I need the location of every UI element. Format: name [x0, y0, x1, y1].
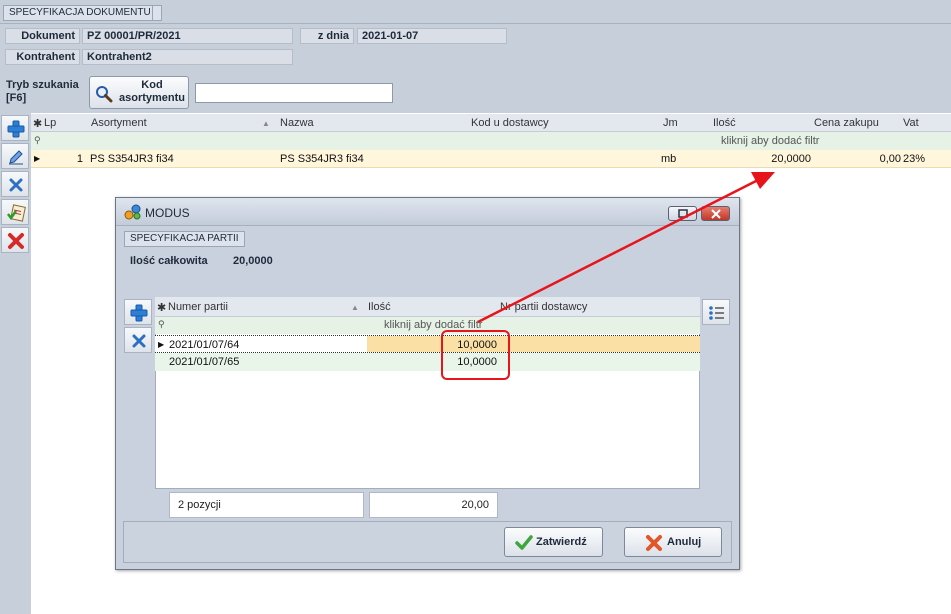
- sort-ascending-icon: ▲: [351, 303, 359, 312]
- red-x-icon: [646, 535, 662, 551]
- edit-row-button[interactable]: [1, 143, 29, 169]
- column-settings-icon[interactable]: ✱: [157, 301, 166, 314]
- column-asortyment[interactable]: Asortyment: [91, 117, 147, 129]
- table-row[interactable]: ▶ 2021/01/07/64 10,0000: [155, 335, 700, 353]
- restore-icon: [678, 209, 688, 218]
- column-cena-zakupu[interactable]: Cena zakupu: [814, 117, 879, 129]
- sort-ascending-icon: ▲: [262, 119, 270, 128]
- confirm-label: Zatwierdź: [536, 536, 587, 548]
- column-jm[interactable]: Jm: [663, 117, 678, 129]
- list-icon: [709, 306, 724, 320]
- date-field: 2021-01-07: [357, 28, 507, 44]
- column-vat[interactable]: Vat: [903, 117, 919, 129]
- cell-ilosc: 10,0000: [457, 339, 497, 351]
- document-number-field: PZ 00001/PR/2021: [82, 28, 293, 44]
- column-kod-u-dostawcy[interactable]: Kod u dostawcy: [471, 117, 549, 129]
- total-quantity-value: 20,0000: [233, 255, 273, 267]
- column-ilosc[interactable]: Ilość: [368, 301, 391, 313]
- column-chooser-button[interactable]: [702, 299, 730, 325]
- cell-vat: 23%: [903, 153, 926, 165]
- cancel-label: Anuluj: [667, 536, 702, 548]
- column-nazwa[interactable]: Nazwa: [280, 117, 314, 129]
- row-indicator-icon: ▶: [158, 340, 165, 349]
- cell-cena-zakupu: 0,00: [879, 153, 901, 165]
- section-tab-batch-spec[interactable]: SPECYFIKACJA PARTII: [124, 231, 245, 247]
- tab-divider: [0, 23, 951, 24]
- table-row[interactable]: 2021/01/07/65 10,0000: [155, 353, 700, 371]
- filter-icon: ⚲: [34, 135, 41, 145]
- filter-icon: ⚲: [158, 319, 165, 329]
- grid-filter-row[interactable]: ⚲ kliknij aby dodać filtr: [31, 132, 951, 150]
- cell-nazwa: PS S354JR3 fi34: [280, 153, 364, 165]
- red-x-icon: [8, 233, 24, 249]
- cell-ilosc: 10,0000: [457, 356, 497, 368]
- document-check-icon: [7, 204, 26, 222]
- batch-filter-row[interactable]: ⚲ kliknij aby dodać filtr: [155, 317, 700, 334]
- checkmark-icon: [515, 535, 533, 550]
- cell-lp: 1: [76, 153, 83, 165]
- delete-batch-button[interactable]: [124, 327, 152, 353]
- cancel-button[interactable]: Anuluj: [624, 527, 722, 557]
- dialog-title: MODUS: [145, 206, 190, 220]
- column-settings-icon[interactable]: ✱: [33, 117, 42, 130]
- plus-icon: [7, 120, 25, 138]
- add-batch-button[interactable]: [124, 299, 152, 325]
- search-by-code-button[interactable]: Kod asortymentu: [89, 76, 189, 109]
- pencil-icon: [9, 150, 23, 165]
- confirm-document-button[interactable]: [1, 199, 29, 225]
- blue-x-icon: [132, 334, 146, 348]
- section-tab-document-spec[interactable]: SPECYFIKACJA DOKUMENTU: [3, 5, 157, 21]
- modus-logo-icon: [124, 204, 141, 220]
- confirm-button[interactable]: Zatwierdź: [504, 527, 603, 557]
- search-mode-label: Tryb szukania [F6]: [6, 79, 79, 104]
- delete-row-button[interactable]: [1, 171, 29, 197]
- column-numer-partii[interactable]: Numer partii: [168, 301, 228, 313]
- annotation-arrowhead: [751, 172, 775, 189]
- table-row[interactable]: ▶ 1 PS S354JR3 fi34 PS S354JR3 fi34 mb 2…: [31, 150, 951, 168]
- close-button[interactable]: [701, 206, 730, 221]
- section-tab-label: SPECYFIKACJA DOKUMENTU: [9, 7, 151, 18]
- contractor-field: Kontrahent2: [82, 49, 293, 65]
- search-input[interactable]: [195, 83, 393, 103]
- cell-numer-partii: 2021/01/07/65: [169, 356, 240, 368]
- blue-x-icon: [9, 178, 23, 192]
- close-icon: [711, 209, 721, 219]
- quantity-sum-summary: 20,00: [369, 492, 498, 518]
- restore-button[interactable]: [668, 206, 697, 221]
- cell-ilosc: 20,0000: [771, 153, 811, 165]
- add-row-button[interactable]: [1, 115, 29, 141]
- batch-grid-header: ✱ Numer partii ▲ Ilość Nr partii dostawc…: [155, 297, 700, 317]
- row-count-summary: 2 pozycji: [169, 492, 364, 518]
- row-indicator-icon: ▶: [34, 154, 41, 163]
- left-toolbar: [0, 113, 31, 614]
- contractor-label: Kontrahent: [5, 49, 80, 65]
- column-ilosc[interactable]: Ilość: [713, 117, 736, 129]
- filter-hint: kliknij aby dodać filtr: [721, 135, 820, 147]
- plus-icon: [130, 304, 148, 322]
- date-label: z dnia: [300, 28, 354, 44]
- cell-jm: mb: [661, 153, 677, 165]
- search-button-label: Kod asortymentu: [118, 79, 186, 104]
- cell-asortyment: PS S354JR3 fi34: [90, 153, 174, 165]
- document-label: Dokument: [5, 28, 80, 44]
- column-lp[interactable]: Lp: [44, 117, 56, 129]
- magnifier-icon: [96, 86, 113, 103]
- cell-numer-partii: 2021/01/07/64: [169, 339, 240, 351]
- total-quantity-label: Ilość całkowita: [130, 255, 208, 267]
- dialog-titlebar[interactable]: MODUS: [116, 198, 739, 226]
- column-nr-partii-dostawcy[interactable]: Nr partii dostawcy: [500, 301, 587, 313]
- section-tab-separator: [152, 5, 162, 21]
- filter-hint: kliknij aby dodać filtr: [384, 319, 483, 331]
- grid-header: ✱ Lp Asortyment ▲ Nazwa Kod u dostawcy J…: [31, 114, 951, 132]
- close-document-button[interactable]: [1, 227, 29, 253]
